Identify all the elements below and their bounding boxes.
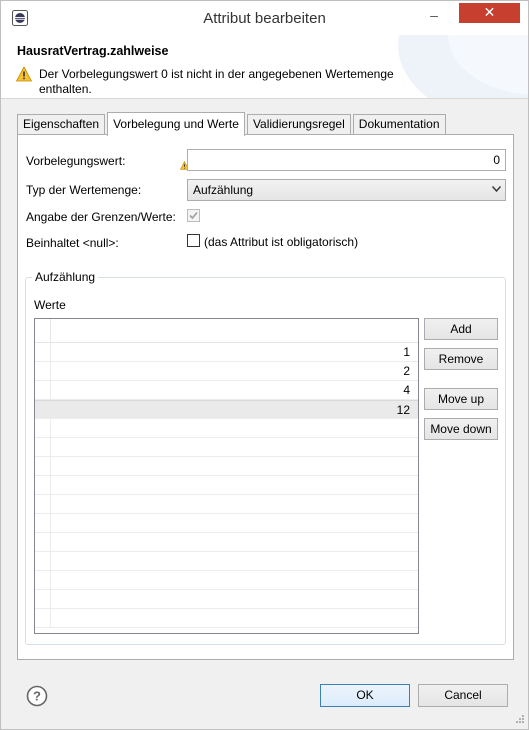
- table-row-empty[interactable]: [35, 476, 418, 495]
- ok-button[interactable]: OK: [320, 684, 410, 707]
- bounds-checkbox[interactable]: [187, 209, 200, 222]
- dialog-header: HausratVertrag.zahlweise Der Vorbelegung…: [1, 35, 528, 99]
- tab-validierungsregel[interactable]: Validierungsregel: [246, 114, 351, 135]
- table-row[interactable]: 1: [35, 343, 418, 362]
- value-set-type-label: Typ der Wertemenge:: [26, 183, 142, 197]
- bounds-label: Angabe der Grenzen/Werte:: [26, 210, 176, 224]
- resize-grip-icon[interactable]: [513, 714, 525, 726]
- values-label: Werte: [34, 298, 66, 312]
- enumeration-group: Aufzählung Werte 1 2 4 12 Add Remove Mov…: [25, 270, 506, 645]
- table-cell[interactable]: 1: [51, 343, 418, 361]
- table-row-empty[interactable]: [35, 552, 418, 571]
- close-button[interactable]: ✕: [459, 3, 520, 23]
- contains-null-checkbox[interactable]: [187, 234, 200, 247]
- add-button[interactable]: Add: [424, 318, 498, 340]
- tab-bar: Eigenschaften Vorbelegung und Werte Vali…: [17, 112, 448, 136]
- tab-vorbelegung-und-werte[interactable]: Vorbelegung und Werte: [107, 112, 245, 136]
- header-message: Der Vorbelegungswert 0 ist nicht in der …: [39, 67, 394, 96]
- table-row-empty[interactable]: [35, 533, 418, 552]
- dialog-window: Attribut bearbeiten – ✕ HausratVertrag.z…: [0, 0, 529, 730]
- chevron-down-icon: [492, 186, 501, 192]
- tab-eigenschaften[interactable]: Eigenschaften: [17, 114, 106, 135]
- title-bar[interactable]: Attribut bearbeiten – ✕: [1, 1, 528, 35]
- value-set-type-select[interactable]: Aufzählung: [187, 179, 506, 201]
- tab-panel: Vorbelegungswert: 0 Typ der Wertemenge: …: [17, 134, 514, 660]
- value-set-type-value: Aufzählung: [193, 183, 254, 197]
- cancel-button[interactable]: Cancel: [418, 684, 508, 707]
- table-row-empty[interactable]: [35, 438, 418, 457]
- help-icon[interactable]: ?: [26, 685, 48, 707]
- warning-icon: [16, 66, 32, 82]
- remove-button[interactable]: Remove: [424, 348, 498, 370]
- table-header: [35, 319, 418, 343]
- table-cell[interactable]: 4: [51, 381, 418, 399]
- enumeration-group-title: Aufzählung: [32, 270, 99, 284]
- table-row-empty[interactable]: [35, 571, 418, 590]
- contains-null-label: Beinhaltet <null>:: [26, 236, 119, 250]
- window-title: Attribut bearbeiten: [203, 10, 326, 27]
- table-row-empty[interactable]: [35, 419, 418, 438]
- header-title: HausratVertrag.zahlweise: [17, 44, 169, 58]
- move-up-button[interactable]: Move up: [424, 388, 498, 410]
- table-cell[interactable]: 2: [51, 362, 418, 380]
- table-row-empty[interactable]: [35, 457, 418, 476]
- table-row-empty[interactable]: [35, 590, 418, 609]
- svg-text:?: ?: [33, 689, 41, 704]
- table-row-selected[interactable]: 12: [35, 400, 418, 419]
- minimize-button[interactable]: –: [426, 8, 442, 25]
- table-row-empty[interactable]: [35, 495, 418, 514]
- move-down-button[interactable]: Move down: [424, 418, 498, 440]
- table-row[interactable]: 2: [35, 362, 418, 381]
- contains-null-text: (das Attribut ist obligatorisch): [204, 235, 359, 249]
- table-row-empty[interactable]: [35, 514, 418, 533]
- table-row-empty[interactable]: [35, 609, 418, 628]
- tab-dokumentation[interactable]: Dokumentation: [352, 114, 446, 135]
- values-table[interactable]: 1 2 4 12: [34, 318, 419, 634]
- default-value-input[interactable]: 0: [187, 149, 506, 171]
- default-value-label: Vorbelegungswert:: [26, 154, 126, 168]
- table-row[interactable]: 4: [35, 381, 418, 400]
- table-cell[interactable]: 12: [51, 401, 418, 418]
- checkmark-icon: [189, 211, 198, 220]
